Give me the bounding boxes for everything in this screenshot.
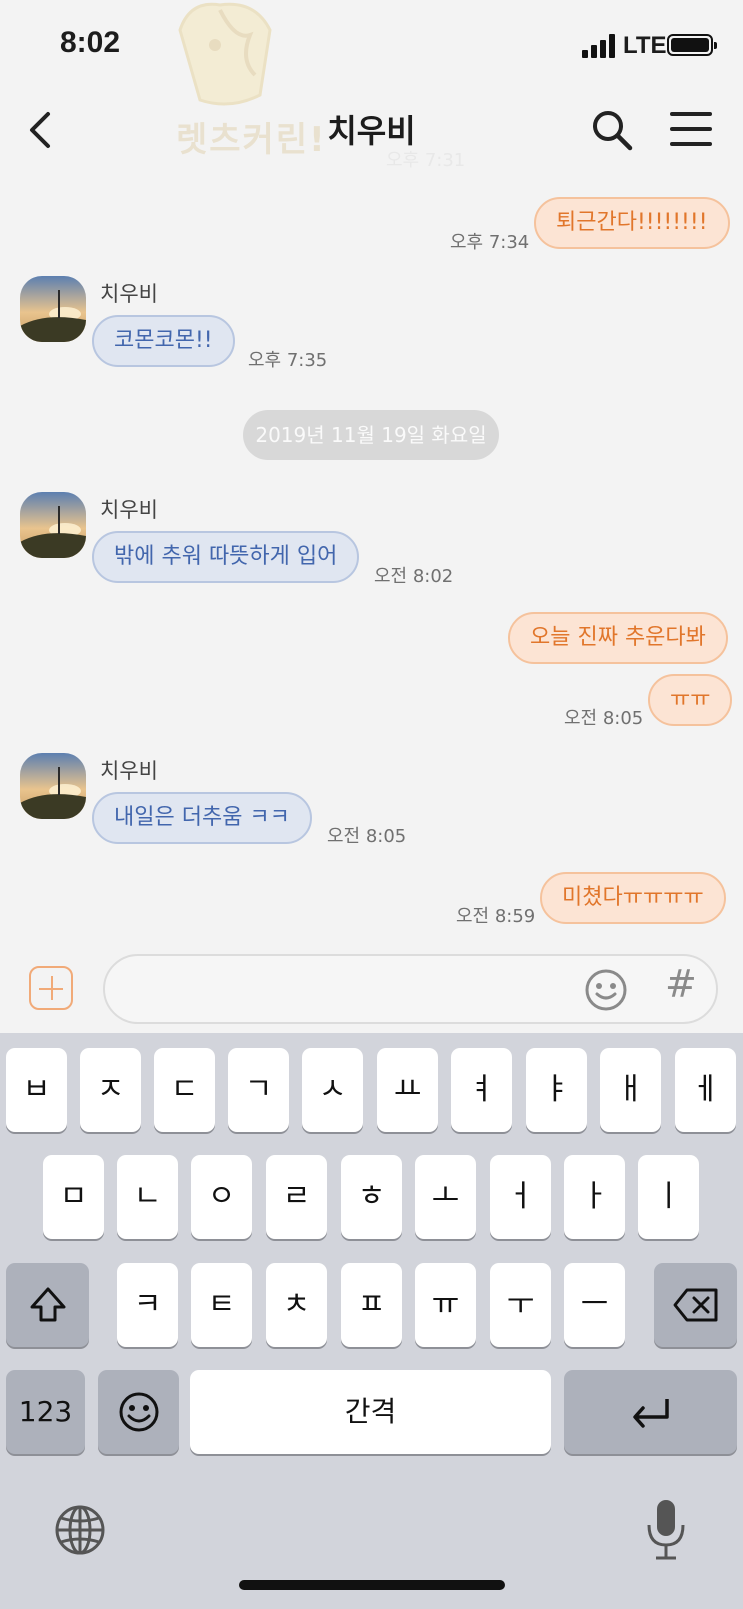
- my-message-bubble[interactable]: 퇴근간다!!!!!!!!: [534, 197, 730, 249]
- message-timestamp: 오전 8:05: [327, 826, 407, 847]
- battery-icon: [667, 34, 717, 56]
- key[interactable]: ㅎ: [341, 1155, 402, 1239]
- globe-icon[interactable]: [54, 1504, 106, 1556]
- key[interactable]: ㄹ: [266, 1155, 327, 1239]
- message-input-box[interactable]: #: [103, 954, 718, 1024]
- key[interactable]: ㄴ: [117, 1155, 178, 1239]
- message-timestamp: 오전 8:05: [564, 708, 644, 729]
- key[interactable]: ㅡ: [564, 1263, 625, 1347]
- key[interactable]: ㅏ: [564, 1155, 625, 1239]
- their-message-bubble[interactable]: 코몬코몬!!: [92, 315, 235, 367]
- contact-avatar[interactable]: [20, 753, 86, 819]
- emoji-icon: [119, 1392, 158, 1432]
- return-key[interactable]: [564, 1370, 737, 1454]
- home-indicator[interactable]: [239, 1580, 505, 1590]
- backspace-icon: [673, 1288, 717, 1322]
- message-input[interactable]: [123, 966, 547, 1014]
- key[interactable]: ㅐ: [600, 1048, 661, 1132]
- key[interactable]: ㅠ: [415, 1263, 476, 1347]
- key[interactable]: ㅛ: [377, 1048, 438, 1132]
- key[interactable]: ㅌ: [191, 1263, 252, 1347]
- hashtag-button[interactable]: #: [665, 962, 697, 1006]
- key[interactable]: ㅜ: [490, 1263, 551, 1347]
- status-time: 8:02: [60, 26, 121, 59]
- key[interactable]: ㅗ: [415, 1155, 476, 1239]
- key[interactable]: ㅍ: [341, 1263, 402, 1347]
- shift-key[interactable]: [6, 1263, 89, 1347]
- emoji-icon[interactable]: [584, 968, 628, 1012]
- key[interactable]: ㄷ: [154, 1048, 215, 1132]
- return-arrow-icon: [632, 1399, 669, 1428]
- their-message-bubble[interactable]: 밖에 추워 따뜻하게 입어: [92, 531, 360, 583]
- network-label: LTE: [623, 32, 667, 59]
- key[interactable]: ㄱ: [228, 1048, 289, 1132]
- key[interactable]: ㅑ: [526, 1048, 587, 1132]
- key[interactable]: ㅅ: [302, 1048, 363, 1132]
- sender-name: 치우비: [100, 759, 158, 783]
- message-timestamp: 오전 8:02: [374, 566, 454, 587]
- key[interactable]: ㅂ: [6, 1048, 67, 1132]
- hamburger-menu-icon[interactable]: [670, 112, 712, 146]
- key[interactable]: ㅓ: [490, 1155, 551, 1239]
- shift-arrow-icon: [30, 1287, 65, 1322]
- search-icon[interactable]: [590, 108, 634, 152]
- chat-header: 치우비: [0, 90, 743, 170]
- key[interactable]: ㅈ: [80, 1048, 141, 1132]
- key[interactable]: ㅊ: [266, 1263, 327, 1347]
- my-message-bubble[interactable]: ㅠㅠ: [648, 674, 733, 726]
- contact-avatar[interactable]: [20, 492, 86, 558]
- message-timestamp: 오전 8:59: [456, 906, 536, 927]
- keyboard: ㅂ ㅈ ㄷ ㄱ ㅅ ㅛ ㅕ ㅑ ㅐ ㅔ ㅁ ㄴ ㅇ ㄹ ㅎ ㅗ ㅓ ㅏ ㅣ ㅋ …: [0, 1033, 743, 1609]
- key[interactable]: ㅁ: [43, 1155, 104, 1239]
- add-attachment-button[interactable]: [29, 966, 73, 1010]
- my-message-bubble[interactable]: 미쳤다ㅠㅠㅠㅠ: [540, 872, 726, 924]
- numbers-key[interactable]: 123: [6, 1370, 85, 1454]
- key[interactable]: ㅇ: [191, 1155, 252, 1239]
- message-timestamp: 오후 7:34: [450, 232, 530, 253]
- key[interactable]: ㅣ: [638, 1155, 699, 1239]
- date-divider: 2019년 11월 19일 화요일: [243, 410, 499, 460]
- my-message-bubble[interactable]: 오늘 진짜 추운다봐: [508, 612, 728, 664]
- emoji-key[interactable]: [98, 1370, 179, 1454]
- key[interactable]: ㅕ: [451, 1048, 512, 1132]
- contact-avatar[interactable]: [20, 276, 86, 342]
- sender-name: 치우비: [100, 282, 158, 306]
- key[interactable]: ㅋ: [117, 1263, 178, 1347]
- microphone-icon[interactable]: [644, 1497, 688, 1563]
- their-message-bubble[interactable]: 내일은 더추움 ㅋㅋ: [92, 792, 312, 844]
- signal-icon: [582, 34, 618, 58]
- backspace-key[interactable]: [654, 1263, 737, 1347]
- status-bar: 8:02 LTE: [0, 0, 743, 90]
- faded-timestamp: 오후 7:31: [386, 150, 466, 171]
- key[interactable]: ㅔ: [675, 1048, 736, 1132]
- space-key[interactable]: 간격: [190, 1370, 551, 1454]
- sender-name: 치우비: [100, 498, 158, 522]
- message-timestamp: 오후 7:35: [248, 350, 328, 371]
